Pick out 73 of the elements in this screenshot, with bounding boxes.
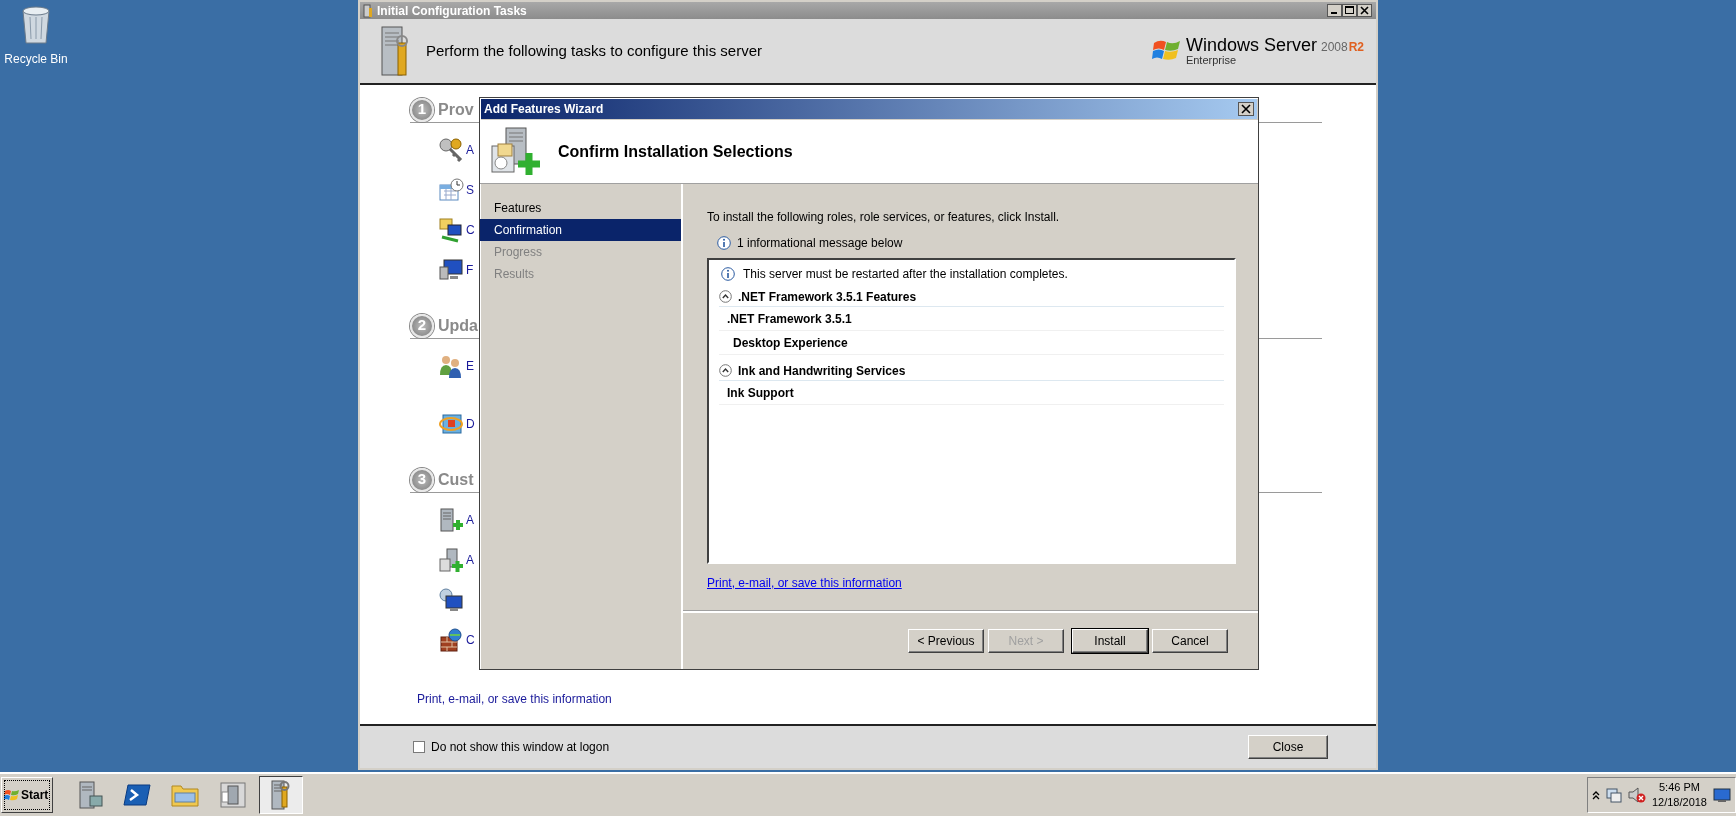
- wizard-button[interactable]: Install: [1072, 629, 1148, 653]
- wizard-step[interactable]: Features: [480, 197, 681, 219]
- instruction-text: To install the following roles, role services, or features, click Install.: [707, 209, 1061, 226]
- wizard-button[interactable]: < Previous: [908, 629, 984, 653]
- task-link[interactable]: F: [466, 261, 474, 279]
- info-icon: [721, 267, 735, 281]
- minimize-button[interactable]: [1327, 4, 1342, 17]
- feature-item: .NET Framework 3.5.1: [719, 307, 1224, 331]
- close-button[interactable]: Close: [1248, 735, 1328, 759]
- task-link[interactable]: E: [466, 357, 474, 375]
- print-link[interactable]: Print, e-mail, or save this information: [707, 574, 902, 592]
- print-link[interactable]: Print, e-mail, or save this information: [417, 690, 612, 708]
- windows-flag-icon: [4, 788, 20, 802]
- features-add-icon: [490, 125, 542, 178]
- task-link[interactable]: A: [466, 551, 474, 569]
- checkbox[interactable]: [413, 741, 425, 753]
- info-icon: [717, 236, 731, 250]
- server-manager-icon[interactable]: [218, 780, 248, 810]
- calendar-icon: [438, 177, 464, 203]
- features-add-icon: [438, 547, 464, 573]
- server-add-icon: [438, 507, 464, 533]
- key-icon: [438, 137, 464, 163]
- task-link[interactable]: A: [466, 141, 474, 159]
- logo-text: Windows Server: [1185, 36, 1317, 54]
- app-icon: [362, 3, 374, 18]
- monitor-icon: [438, 257, 464, 283]
- task-link[interactable]: S: [466, 181, 474, 199]
- restart-message: This server must be restarted after the installation completes.: [743, 266, 1068, 283]
- close-button[interactable]: [1238, 102, 1254, 116]
- remote-desktop-icon: [438, 587, 464, 613]
- desktop-icon-label[interactable]: Recycle Bin: [0, 50, 72, 68]
- section-heading: Cust: [438, 469, 474, 490]
- clock-date[interactable]: 12/18/2018: [1651, 795, 1707, 810]
- recycle-bin-icon: [19, 3, 53, 45]
- dialog-title: Add Features Wizard: [484, 101, 604, 118]
- header-text: Perform the following tasks to configure this server: [426, 40, 762, 61]
- logo-edition: Enterprise: [1185, 55, 1238, 66]
- feature-item: Desktop Experience: [719, 331, 1224, 355]
- feature-item: Ink Support: [719, 381, 1224, 405]
- task-link[interactable]: A: [466, 511, 474, 529]
- info-message: 1 informational message below: [737, 235, 903, 252]
- speaker-muted-icon[interactable]: [1627, 787, 1646, 803]
- window-title: Initial Configuration Tasks: [377, 2, 527, 20]
- network-icon[interactable]: [1605, 787, 1622, 803]
- users-icon: [438, 353, 464, 379]
- collapse-icon[interactable]: [719, 290, 732, 303]
- logo-version: 2008: [1320, 41, 1348, 53]
- wizard-step[interactable]: Confirmation: [480, 219, 681, 241]
- start-button[interactable]: Start: [1, 777, 53, 813]
- task-link[interactable]: C: [466, 631, 475, 649]
- task-link[interactable]: C: [466, 221, 475, 239]
- wizard-button[interactable]: Cancel: [1152, 629, 1228, 653]
- step-number: 2: [410, 313, 434, 338]
- network-icon: [438, 217, 464, 243]
- maximize-button[interactable]: [1342, 4, 1357, 17]
- group-heading: .NET Framework 3.5.1 Features: [738, 288, 917, 306]
- dialog-heading: Confirm Installation Selections: [558, 141, 793, 162]
- chevron-icon[interactable]: [1591, 790, 1600, 800]
- collapse-icon[interactable]: [719, 364, 732, 377]
- logo-release: R2: [1348, 41, 1364, 53]
- firewall-icon: [438, 627, 464, 653]
- section-heading: Prov: [438, 99, 474, 120]
- clock-time[interactable]: 5:46 PM: [1651, 780, 1707, 795]
- close-button[interactable]: [1357, 4, 1372, 17]
- section-heading: Upda: [438, 315, 478, 336]
- show-desktop-icon[interactable]: [1713, 787, 1731, 803]
- step-number: 3: [410, 467, 434, 492]
- update-icon: [438, 411, 464, 437]
- task-link[interactable]: D: [466, 415, 475, 433]
- server-icon: [378, 25, 410, 77]
- step-number: 1: [410, 97, 434, 122]
- checkbox-label: Do not show this window at logon: [431, 739, 610, 756]
- group-heading: Ink and Handwriting Services: [738, 362, 906, 380]
